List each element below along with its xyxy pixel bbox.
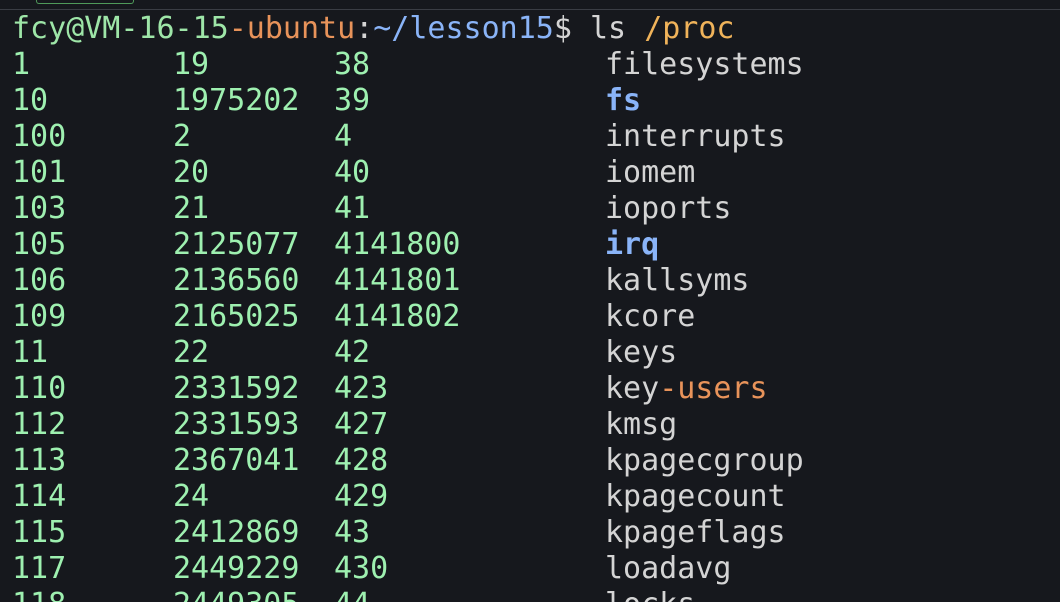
listing-entry-pid: 113	[12, 443, 67, 478]
command-text: ls	[571, 11, 645, 46]
listing-entry-pid: 2331593	[173, 407, 300, 442]
listing-entry-name: kmsg	[605, 407, 678, 442]
prompt-dollar: $	[553, 11, 572, 46]
listing-entry-pid: 427	[334, 407, 389, 442]
listing-entry-name: kallsyms	[605, 263, 750, 298]
listing-entry-pid: 2367041	[173, 443, 300, 478]
listing-entry-file: kpagecount	[605, 479, 786, 515]
listing-entry-pid: 112	[12, 407, 67, 442]
listing-entry-pid: 20	[173, 155, 210, 190]
listing-entry-name: kpageflags	[605, 515, 786, 550]
prompt-path: ~/lesson15	[373, 11, 554, 46]
listing-entry-pid: 114	[12, 479, 67, 514]
listing-entry-pid: 118	[12, 587, 66, 602]
listing-entry-pid: 110	[12, 371, 67, 406]
listing-entry-file: kpageflags	[605, 515, 786, 551]
listing-entry-file: iomem	[605, 155, 695, 191]
listing-entry-pid: 40	[334, 155, 371, 190]
listing-entry-pid: 19	[173, 47, 210, 82]
listing-entry-pid: 100	[12, 119, 67, 154]
prompt-user: fcy	[12, 11, 67, 46]
listing-entry-pid: 2331592	[173, 371, 300, 406]
listing-entry-directory: irq	[605, 227, 659, 263]
listing-entry-name: iomem	[605, 155, 696, 190]
listing-entry-name: key	[605, 371, 660, 406]
listing-entry-name: interrupts	[605, 119, 786, 154]
listing-entry-directory: fs	[605, 83, 641, 119]
listing-entry-pid: 4141801	[334, 263, 461, 298]
listing-entry-pid: 4141800	[334, 227, 461, 262]
listing-entry-pid: 428	[334, 443, 389, 478]
listing-entry-pid: 22	[173, 335, 210, 370]
listing-entry-file: kcore	[605, 299, 695, 335]
listing-entry-pid: 430	[334, 551, 389, 586]
listing-entry-pid: 423	[334, 371, 389, 406]
listing-entry-pid: 38	[334, 47, 371, 82]
listing-entry-file: ioports	[605, 191, 731, 227]
listing-entry-file: kmsg	[605, 407, 677, 443]
listing-entry-pid: 106	[12, 263, 67, 298]
terminal-top-border	[0, 0, 1060, 10]
listing-entry-file: kpagecgroup	[605, 443, 804, 479]
listing-entry-pid: 10	[12, 83, 49, 118]
listing-entry-pid: 2412869	[173, 515, 300, 550]
listing-entry-pid: 39	[334, 83, 371, 118]
terminal-window[interactable]: fcy@VM-16-15-ubuntu:~/lesson15$ ls /proc…	[0, 0, 1060, 602]
listing-entry-pid: 2136560	[173, 263, 300, 298]
active-tab-indicator	[36, 0, 134, 4]
listing-entry-name: kcore	[605, 299, 696, 334]
listing-entry-pid: 21	[173, 191, 210, 226]
listing-entry-name: fs	[605, 83, 642, 118]
listing-entry-pid: 41	[334, 191, 371, 226]
listing-entry-file: loadavg	[605, 551, 731, 587]
listing-entry-name-suffix: -users	[659, 371, 768, 406]
listing-entry-name: ioports	[605, 191, 732, 226]
listing-entry-name: irq	[605, 227, 660, 262]
listing-entry-pid: 44	[334, 587, 370, 602]
listing-entry-pid: 2165025	[173, 299, 300, 334]
listing-entry-pid: 117	[12, 551, 67, 586]
listing-entry-file: keys	[605, 335, 677, 371]
listing-entry-pid: 109	[12, 299, 67, 334]
listing-entry-name: kpagecgroup	[605, 443, 804, 478]
listing-entry-pid: 42	[334, 335, 371, 370]
listing-entry-pid: 4141802	[334, 299, 461, 334]
listing-entry-pid: 1975202	[173, 83, 300, 118]
listing-entry-pid: 105	[12, 227, 67, 262]
listing-entry-pid: 115	[12, 515, 67, 550]
listing-entry-file: key-users	[605, 371, 768, 407]
listing-entry-name: keys	[605, 335, 678, 370]
listing-entry-file: filesystems	[605, 47, 804, 83]
prompt-colon: :	[355, 11, 374, 46]
listing-entry-pid: 43	[334, 515, 371, 550]
listing-entry-pid: 4	[334, 119, 353, 154]
listing-entry-pid: 103	[12, 191, 67, 226]
listing-entry-name: filesystems	[605, 47, 804, 82]
listing-entry-pid: 2449305	[173, 587, 299, 602]
listing-entry-pid: 11	[12, 335, 49, 370]
listing-entry-name: locks	[605, 587, 695, 602]
listing-entry-file: interrupts	[605, 119, 786, 155]
listing-entry-file: locks	[605, 587, 695, 602]
prompt-host-suffix: -ubuntu	[228, 11, 356, 46]
listing-entry-pid: 1	[12, 47, 31, 82]
listing-entry-pid: 2125077	[173, 227, 300, 262]
listing-entry-pid: 2449229	[173, 551, 300, 586]
prompt-host: VM-16-15	[84, 11, 229, 46]
command-prompt-line: fcy@VM-16-15-ubuntu:~/lesson15$ ls /proc	[12, 11, 735, 47]
listing-entry-name: kpagecount	[605, 479, 786, 514]
listing-entry-pid: 2	[173, 119, 192, 154]
listing-entry-pid: 24	[173, 479, 210, 514]
listing-entry-pid: 429	[334, 479, 389, 514]
listing-entry-file: kallsyms	[605, 263, 750, 299]
listing-entry-name: loadavg	[605, 551, 732, 586]
listing-entry-pid: 101	[12, 155, 67, 190]
prompt-at: @	[66, 11, 85, 46]
command-argument: /proc	[644, 11, 735, 46]
